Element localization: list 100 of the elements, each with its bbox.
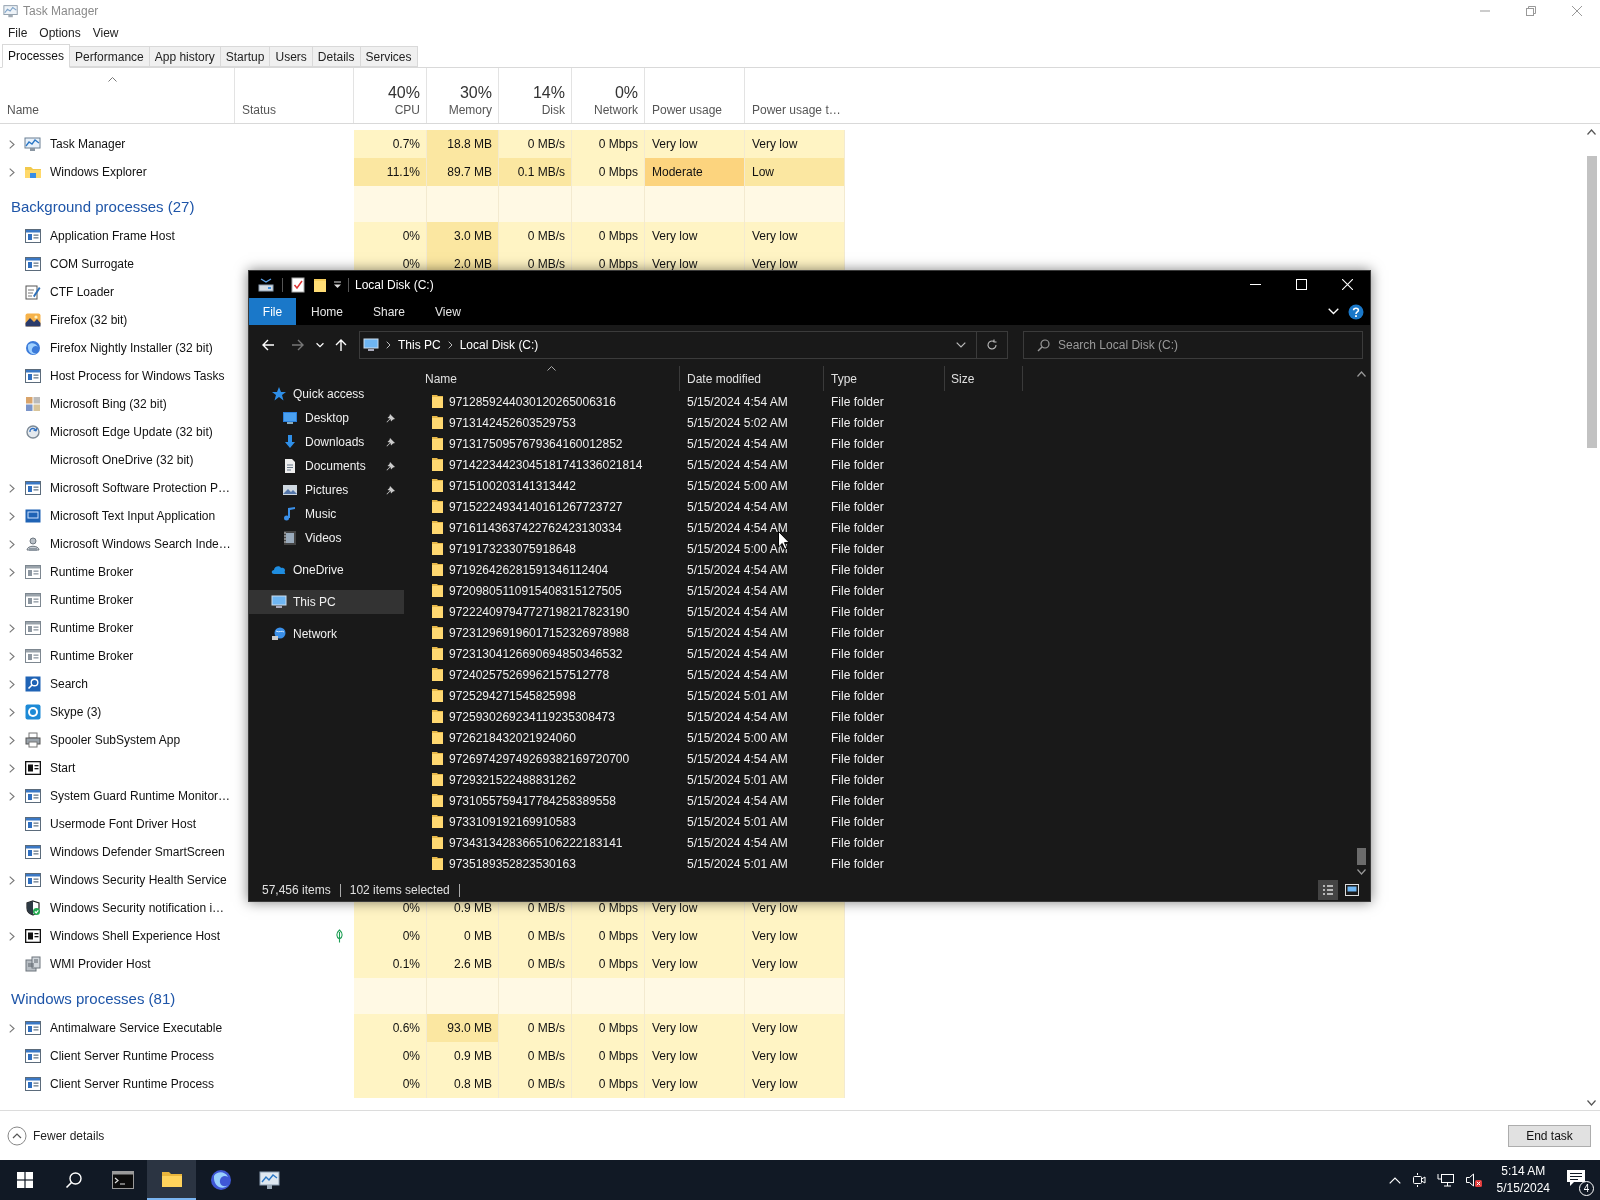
folder-button[interactable] — [147, 1160, 196, 1200]
file-name[interactable]: 97231304126690694850346532 — [449, 644, 623, 663]
expand-chevron-icon[interactable] — [9, 567, 15, 577]
ribbon-tab[interactable]: Home — [296, 298, 358, 325]
file-name[interactable]: 97209805110915408315127505 — [449, 581, 622, 600]
file-name[interactable]: 971926426281591346112404 — [449, 560, 609, 579]
column-header[interactable]: Power usage — [652, 103, 744, 118]
scrollbar-thumb[interactable] — [1586, 156, 1597, 448]
process-name[interactable]: System Guard Runtime Monitor… — [50, 787, 231, 805]
breadcrumb[interactable]: This PC — [398, 336, 441, 354]
nav-item[interactable]: Quick access — [249, 382, 404, 406]
process-name[interactable]: Firefox (32 bit) — [50, 311, 128, 329]
help-icon[interactable] — [1348, 303, 1364, 320]
file-name[interactable]: 9731055759417784258389558 — [449, 791, 616, 810]
chevron-up-icon[interactable] — [1388, 1176, 1401, 1184]
file-name[interactable]: 9715100203141313442 — [449, 476, 576, 495]
customize-dropdown-icon[interactable] — [333, 280, 342, 289]
process-name[interactable]: Host Process for Windows Tasks — [50, 367, 225, 385]
expand-chevron-icon[interactable] — [9, 651, 15, 661]
expand-chevron-icon[interactable] — [9, 511, 15, 521]
file-name[interactable]: 9735189352823530163 — [449, 854, 576, 873]
file-name[interactable]: 9725294271545825998 — [449, 686, 576, 705]
file-name[interactable]: 9713142452603529753 — [449, 413, 576, 432]
address-bar[interactable]: This PC Local Disk (C:) — [359, 331, 1008, 359]
file-name[interactable]: 972697429749269382169720700 — [449, 749, 630, 768]
process-name[interactable]: Windows Shell Experience Host — [50, 927, 221, 945]
expand-chevron-icon[interactable] — [9, 875, 15, 885]
process-name[interactable]: Windows Defender SmartScreen — [50, 843, 225, 861]
nav-item[interactable]: Videos — [249, 526, 404, 550]
column-header[interactable]: Power usage t… — [752, 103, 845, 118]
process-name[interactable]: Spooler SubSystem App — [50, 731, 181, 749]
process-name[interactable]: Microsoft Bing (32 bit) — [50, 395, 167, 413]
new-folder-icon[interactable] — [313, 276, 327, 293]
process-name[interactable]: Runtime Broker — [50, 647, 134, 665]
scrollbar-thumb[interactable] — [1357, 848, 1366, 865]
process-name[interactable]: WMI Provider Host — [50, 955, 151, 973]
column-header[interactable]: Status — [242, 103, 353, 118]
file-name[interactable]: 97161143637422762423130334 — [449, 518, 622, 537]
process-name[interactable]: Antimalware Service Executable — [50, 1019, 223, 1037]
column-header[interactable]: CPU — [394, 103, 420, 118]
nav-item[interactable]: Desktop — [249, 406, 404, 430]
nav-item[interactable]: Downloads — [249, 430, 404, 454]
process-name[interactable]: Client Server Runtime Process — [50, 1075, 215, 1093]
expand-chevron-icon[interactable] — [9, 167, 15, 177]
details-view-button[interactable] — [1318, 880, 1338, 900]
process-name[interactable]: Runtime Broker — [50, 619, 134, 637]
properties-icon[interactable] — [291, 276, 305, 293]
expand-chevron-icon[interactable] — [9, 931, 15, 941]
process-name[interactable]: Client Server Runtime Process — [50, 1047, 215, 1065]
process-name[interactable]: Windows Explorer — [50, 163, 147, 181]
process-name[interactable]: Runtime Broker — [50, 591, 134, 609]
column-header[interactable]: Name — [7, 103, 234, 118]
tab[interactable]: Performance — [70, 46, 150, 67]
camera-icon[interactable] — [1410, 1172, 1427, 1188]
column-header[interactable]: Name — [404, 366, 680, 391]
file-name[interactable]: 9733109192169910583 — [449, 812, 576, 831]
address-dropdown-icon[interactable] — [956, 342, 966, 348]
tab[interactable]: Processes — [2, 44, 71, 68]
process-name[interactable]: COM Surrogate — [50, 255, 135, 273]
expand-chevron-icon[interactable] — [9, 679, 15, 689]
ribbon-tab[interactable]: File — [249, 298, 296, 325]
tab[interactable]: Users — [270, 46, 313, 67]
nav-item[interactable]: Music — [249, 502, 404, 526]
process-name[interactable]: Microsoft Edge Update (32 bit) — [50, 423, 213, 441]
tab[interactable]: Services — [360, 46, 418, 67]
search-field[interactable]: Search Local Disk (C:) — [1023, 331, 1363, 359]
refresh-icon[interactable] — [986, 339, 998, 351]
expand-chevron-icon[interactable] — [9, 139, 15, 149]
speaker-muted-icon[interactable] — [1464, 1172, 1483, 1188]
file-name[interactable]: 9725930269234119235308473 — [449, 707, 615, 726]
expand-ribbon-icon[interactable] — [1328, 308, 1339, 315]
process-name[interactable]: CTF Loader — [50, 283, 115, 301]
clock[interactable]: 5:14 AM 5/15/2024 — [1492, 1163, 1554, 1197]
expand-chevron-icon[interactable] — [9, 1023, 15, 1033]
expand-chevron-icon[interactable] — [9, 707, 15, 717]
file-name[interactable]: 972224097947727198217823190 — [449, 602, 630, 621]
file-name[interactable]: 97343134283665106222183141 — [449, 833, 623, 852]
column-header[interactable]: Disk — [541, 103, 565, 118]
process-name[interactable]: Firefox Nightly Installer (32 bit) — [50, 339, 213, 357]
expand-chevron-icon[interactable] — [9, 623, 15, 633]
nav-item[interactable]: OneDrive — [249, 558, 404, 582]
expand-chevron-icon[interactable] — [9, 483, 15, 493]
fewer-details-button[interactable]: Fewer details — [7, 1125, 105, 1146]
nav-item[interactable]: This PC — [249, 590, 404, 614]
process-name[interactable]: Task Manager — [50, 135, 126, 153]
column-header[interactable]: Size — [945, 366, 1023, 391]
expand-chevron-icon[interactable] — [9, 539, 15, 549]
file-name[interactable]: 9726218432021924060 — [449, 728, 576, 747]
menu-item[interactable]: Options — [33, 24, 87, 42]
expand-chevron-icon[interactable] — [9, 791, 15, 801]
column-header[interactable]: Date modified — [680, 366, 824, 391]
process-name[interactable]: Application Frame Host — [50, 227, 175, 245]
file-name[interactable]: 972312969196017152326978988 — [449, 623, 630, 642]
process-name[interactable]: Microsoft Text Input Application — [50, 507, 216, 525]
file-name[interactable]: 9719173233075918648 — [449, 539, 576, 558]
process-name[interactable]: Search — [50, 675, 89, 693]
file-name[interactable]: 97131750957679364160012852 — [449, 434, 623, 453]
ribbon-tab[interactable]: View — [420, 298, 476, 325]
tab[interactable]: App history — [149, 46, 221, 67]
process-name[interactable]: Windows Security Health Service — [50, 871, 227, 889]
